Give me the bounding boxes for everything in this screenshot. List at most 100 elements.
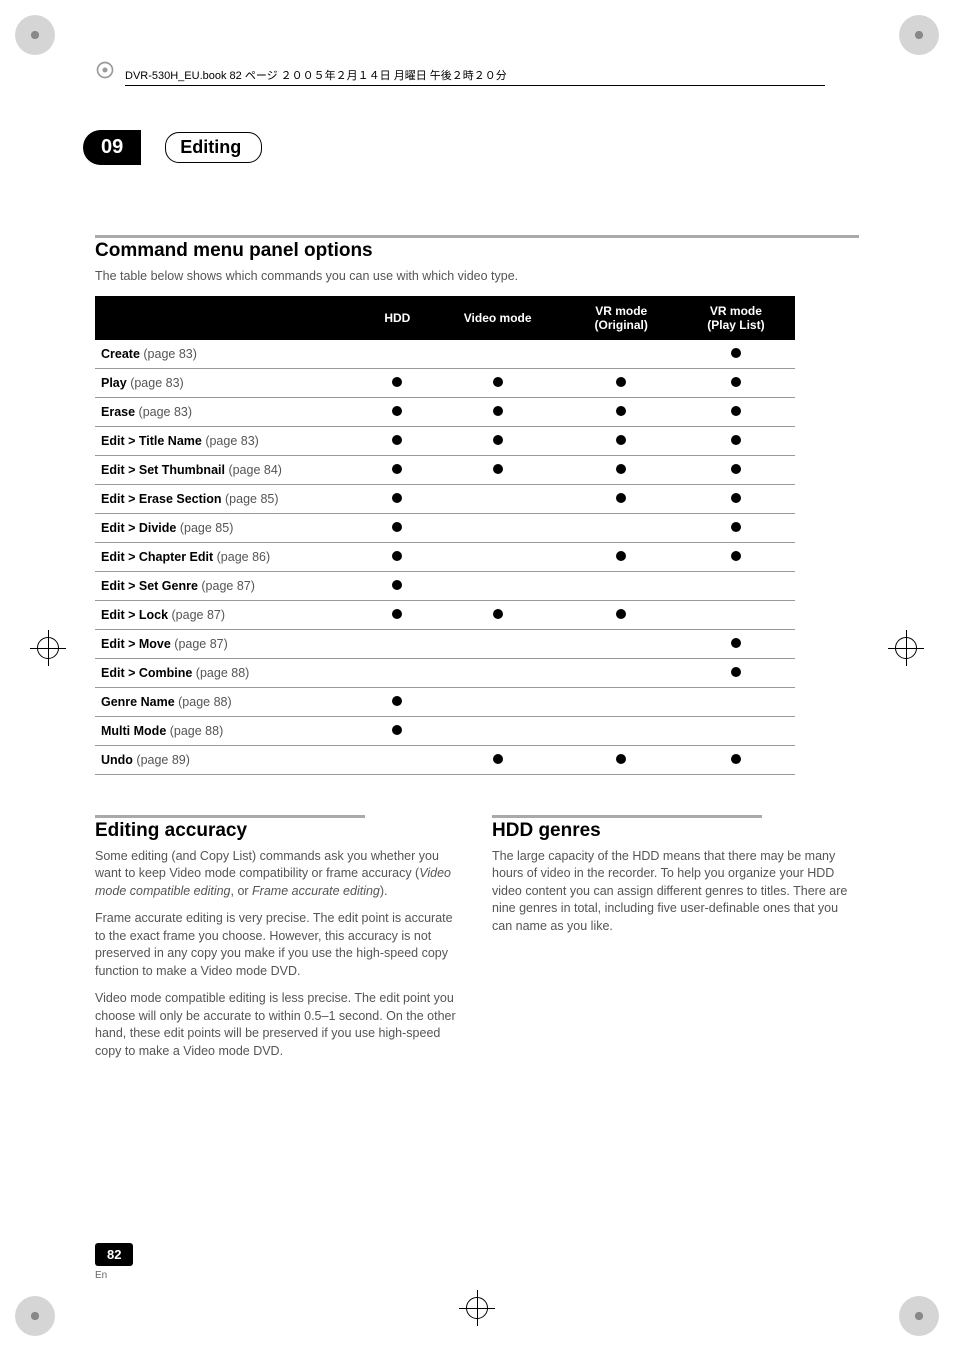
table-label-cell: Erase (page 83) <box>95 397 365 426</box>
table-header-cell: VR mode (Play List) <box>677 296 795 340</box>
table-label-cell: Edit > Title Name (page 83) <box>95 426 365 455</box>
table-label-cell: Play (page 83) <box>95 368 365 397</box>
page-number: 82 <box>95 1243 133 1266</box>
table-cell <box>677 687 795 716</box>
table-cell <box>430 426 566 455</box>
table-cell <box>566 484 677 513</box>
section-heading-hdd-genres: HDD genres <box>492 815 762 842</box>
gear-icon <box>95 60 115 80</box>
table-cell <box>677 745 795 774</box>
dot-icon <box>392 377 402 387</box>
section-heading-command-menu: Command menu panel options <box>95 235 859 262</box>
table-row: Edit > Set Genre (page 87) <box>95 571 795 600</box>
table-row: Multi Mode (page 88) <box>95 716 795 745</box>
table-row: Undo (page 89) <box>95 745 795 774</box>
table-cell <box>566 600 677 629</box>
table-cell <box>430 687 566 716</box>
table-cell <box>430 368 566 397</box>
table-cell <box>677 542 795 571</box>
print-registration-mark <box>15 15 55 55</box>
table-row: Edit > Set Thumbnail (page 84) <box>95 455 795 484</box>
table-label-cell: Multi Mode (page 88) <box>95 716 365 745</box>
table-row: Genre Name (page 88) <box>95 687 795 716</box>
table-label-cell: Edit > Combine (page 88) <box>95 658 365 687</box>
dot-icon <box>731 377 741 387</box>
dot-icon <box>731 348 741 358</box>
table-cell <box>430 513 566 542</box>
chapter-title: Editing <box>165 132 262 163</box>
dot-icon <box>493 754 503 764</box>
dot-icon <box>493 609 503 619</box>
print-registration-mark <box>899 15 939 55</box>
table-cell <box>677 716 795 745</box>
dot-icon <box>392 406 402 416</box>
section-heading-editing-accuracy: Editing accuracy <box>95 815 365 842</box>
table-label-cell: Edit > Erase Section (page 85) <box>95 484 365 513</box>
table-label-cell: Edit > Set Genre (page 87) <box>95 571 365 600</box>
table-cell <box>430 455 566 484</box>
table-cell <box>566 455 677 484</box>
table-cell <box>566 340 677 369</box>
table-cell <box>365 600 430 629</box>
dot-icon <box>731 522 741 532</box>
dot-icon <box>731 464 741 474</box>
table-cell <box>365 455 430 484</box>
text-fragment: , or <box>231 884 253 898</box>
table-cell <box>677 340 795 369</box>
table-cell <box>566 687 677 716</box>
dot-icon <box>616 435 626 445</box>
dot-icon <box>493 377 503 387</box>
crosshair-mark <box>888 630 924 666</box>
dot-icon <box>616 406 626 416</box>
table-cell <box>365 687 430 716</box>
table-label-cell: Edit > Set Thumbnail (page 84) <box>95 455 365 484</box>
table-cell <box>430 340 566 369</box>
table-row: Edit > Combine (page 88) <box>95 658 795 687</box>
table-cell <box>677 484 795 513</box>
table-label-cell: Create (page 83) <box>95 340 365 369</box>
table-cell <box>365 368 430 397</box>
dot-icon <box>616 754 626 764</box>
table-cell <box>566 745 677 774</box>
table-cell <box>365 629 430 658</box>
chapter-number-badge: 09 <box>83 130 141 165</box>
table-cell <box>677 426 795 455</box>
dot-icon <box>392 725 402 735</box>
table-row: Play (page 83) <box>95 368 795 397</box>
print-registration-mark <box>15 1296 55 1336</box>
print-registration-mark <box>899 1296 939 1336</box>
table-header-cell: Video mode <box>430 296 566 340</box>
table-row: Edit > Divide (page 85) <box>95 513 795 542</box>
table-cell <box>365 484 430 513</box>
table-header-cell: HDD <box>365 296 430 340</box>
table-cell <box>566 426 677 455</box>
crosshair-mark <box>30 630 66 666</box>
dot-icon <box>731 551 741 561</box>
table-cell <box>677 600 795 629</box>
table-cell <box>566 629 677 658</box>
table-cell <box>677 455 795 484</box>
dot-icon <box>731 667 741 677</box>
table-cell <box>677 513 795 542</box>
text-fragment: ). <box>380 884 388 898</box>
table-cell <box>430 571 566 600</box>
table-cell <box>566 513 677 542</box>
table-cell <box>365 571 430 600</box>
table-row: Edit > Chapter Edit (page 86) <box>95 542 795 571</box>
body-paragraph: Some editing (and Copy List) commands as… <box>95 848 462 901</box>
table-cell <box>365 340 430 369</box>
table-label-cell: Edit > Move (page 87) <box>95 629 365 658</box>
table-label-cell: Genre Name (page 88) <box>95 687 365 716</box>
dot-icon <box>616 609 626 619</box>
table-row: Erase (page 83) <box>95 397 795 426</box>
dot-icon <box>731 435 741 445</box>
table-cell <box>566 716 677 745</box>
table-cell <box>430 484 566 513</box>
table-label-cell: Edit > Chapter Edit (page 86) <box>95 542 365 571</box>
table-label-cell: Undo (page 89) <box>95 745 365 774</box>
table-cell <box>566 397 677 426</box>
table-cell <box>566 658 677 687</box>
table-cell <box>566 571 677 600</box>
table-cell <box>677 397 795 426</box>
dot-icon <box>392 464 402 474</box>
